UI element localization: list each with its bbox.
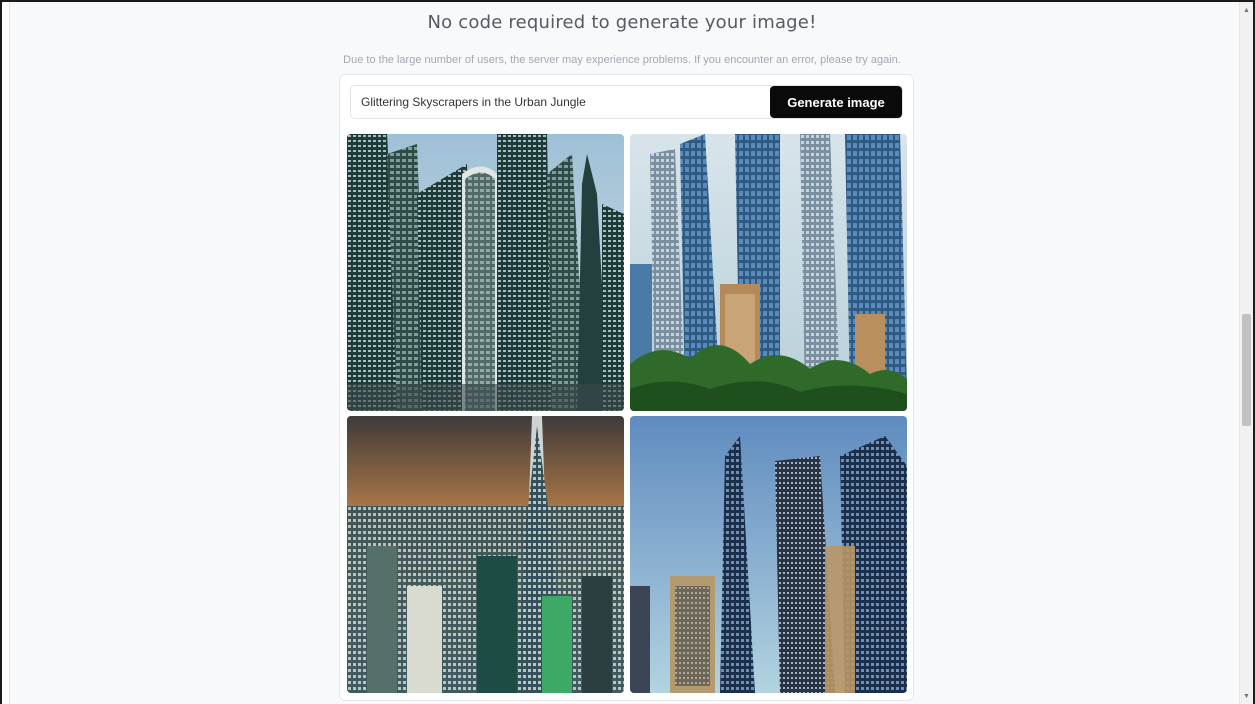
skyscraper-image-3 xyxy=(347,416,624,693)
skyscraper-image-2 xyxy=(630,134,907,411)
scroll-down-icon[interactable]: ▼ xyxy=(1240,690,1253,704)
generator-card: Generate image xyxy=(339,74,914,701)
left-edge xyxy=(2,2,10,704)
skyscraper-image-1 xyxy=(347,134,624,411)
generate-image-button[interactable]: Generate image xyxy=(770,86,902,118)
prompt-input[interactable] xyxy=(351,86,771,118)
server-notice: Due to the large number of users, the se… xyxy=(343,54,901,66)
scrollbar-thumb[interactable] xyxy=(1242,314,1251,426)
page-viewport: No code required to generate your image!… xyxy=(0,0,1255,704)
generated-image-2[interactable] xyxy=(630,134,907,411)
generated-image-3[interactable] xyxy=(347,416,624,693)
prompt-row: Generate image xyxy=(350,85,903,119)
generated-image-1[interactable] xyxy=(347,134,624,411)
generated-image-4[interactable] xyxy=(630,416,907,693)
scroll-up-icon[interactable]: ▲ xyxy=(1240,4,1253,18)
page-title: No code required to generate your image! xyxy=(427,12,817,33)
page-scrollbar[interactable]: ▲ ▼ xyxy=(1239,2,1253,704)
skyscraper-image-4 xyxy=(630,416,907,693)
